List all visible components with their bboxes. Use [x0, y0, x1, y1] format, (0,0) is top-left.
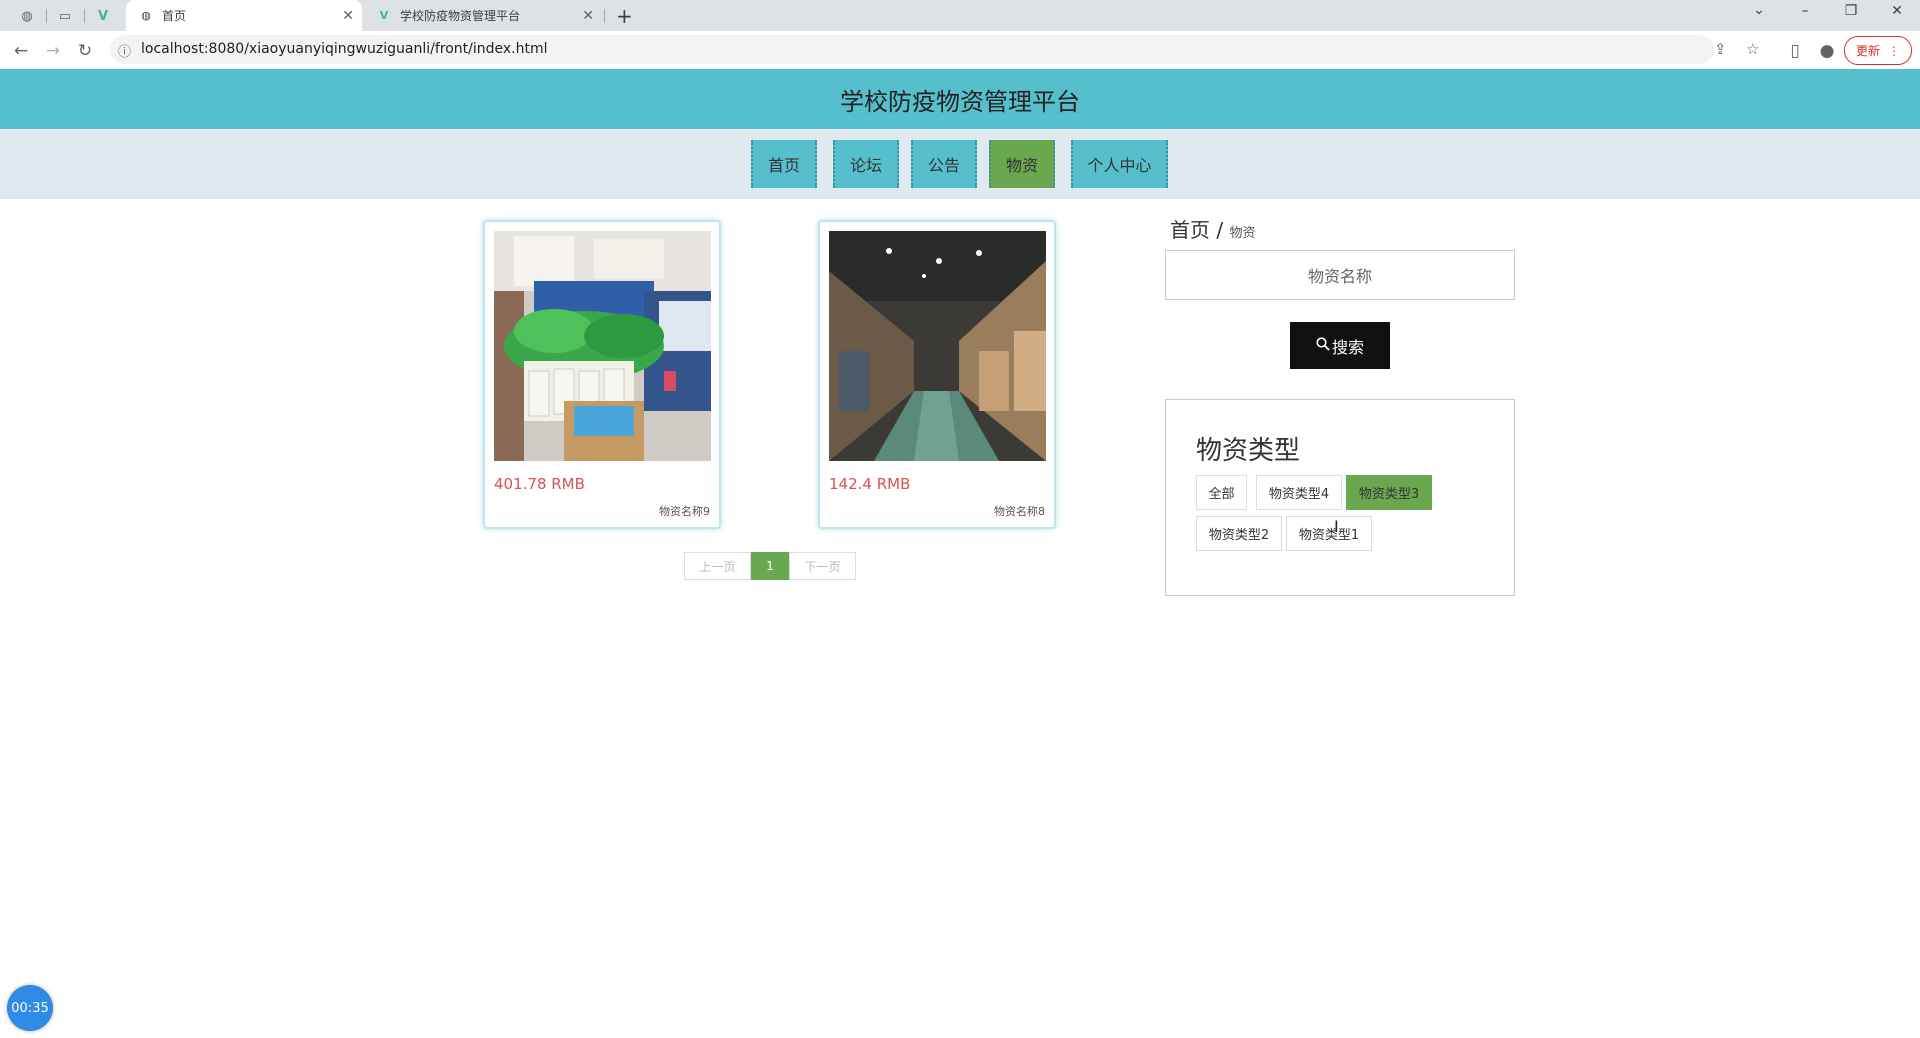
profile-avatar-icon[interactable]: ●: [1816, 40, 1838, 62]
category-tag-4[interactable]: 物资类型4: [1256, 475, 1342, 510]
breadcrumb: 首页 / 物资: [1170, 214, 1255, 243]
product-image-warehouse[interactable]: [829, 231, 1046, 461]
site-info-icon[interactable]: ⓘ: [118, 41, 131, 60]
timer-badge[interactable]: 00:35: [7, 985, 53, 1031]
breadcrumb-current: 物资: [1229, 226, 1256, 241]
pinned-tab-blank-icon[interactable]: ▭: [56, 7, 74, 25]
minimize-icon[interactable]: –: [1790, 3, 1820, 19]
address-url[interactable]: localhost:8080/xiaoyuanyiqingwuziguanli/…: [141, 41, 547, 57]
site-header: 学校防疫物资管理平台: [0, 69, 1920, 129]
update-button[interactable]: 更新 ⋮: [1844, 36, 1912, 65]
tab-home[interactable]: ◍ 首页 ✕: [126, 0, 362, 31]
back-arrow-icon[interactable]: ←: [10, 40, 32, 62]
product-name[interactable]: 物资名称9: [659, 503, 710, 519]
pagination: 上一页 1 下一页: [684, 552, 856, 580]
tab-separator: [604, 9, 605, 23]
product-card[interactable]: 401.78 RMB 物资名称9: [483, 220, 721, 529]
product-price: 401.78 RMB: [494, 475, 585, 493]
category-tag-1[interactable]: 物资类型1: [1286, 516, 1372, 551]
vue-logo-icon: V: [379, 9, 389, 22]
address-bar[interactable]: ⓘ localhost:8080/xiaoyuanyiqingwuziguanl…: [110, 35, 1759, 64]
main-nav: 首页 论坛 公告 物资 个人中心: [0, 129, 1920, 199]
product-image-disinfectant[interactable]: [494, 231, 711, 461]
forward-arrow-icon[interactable]: →: [42, 40, 64, 62]
breadcrumb-separator: /: [1216, 218, 1224, 242]
nav-item-profile[interactable]: 个人中心: [1071, 140, 1168, 188]
tab-separator: [84, 9, 85, 23]
share-icon[interactable]: ⇪: [1714, 40, 1727, 58]
pinned-tab-globe-icon[interactable]: ◍: [18, 7, 36, 25]
nav-item-supplies[interactable]: 物资: [989, 140, 1055, 188]
close-tab-icon[interactable]: ✕: [342, 8, 354, 24]
nav-item-home[interactable]: 首页: [751, 140, 817, 188]
category-title: 物资类型: [1196, 436, 1301, 466]
next-page-button[interactable]: 下一页: [789, 552, 856, 580]
search-input[interactable]: 物资名称: [1165, 250, 1515, 300]
category-tag-all[interactable]: 全部: [1196, 475, 1247, 510]
more-vertical-icon: ⋮: [1888, 43, 1900, 58]
product-name[interactable]: 物资名称8: [994, 503, 1045, 519]
search-button[interactable]: 搜索: [1290, 322, 1390, 369]
text-cursor-icon: I: [1334, 517, 1339, 536]
globe-icon: ◍: [141, 9, 151, 22]
category-panel: 物资类型 全部 物资类型4 物资类型3 物资类型2 物资类型1: [1165, 399, 1515, 596]
browser-toolbar: ← → ↻ ⓘ localhost:8080/xiaoyuanyiqingwuz…: [0, 31, 1920, 70]
tab-separator: [46, 9, 47, 23]
breadcrumb-home[interactable]: 首页: [1170, 218, 1210, 242]
bookmark-star-icon[interactable]: ☆: [1746, 40, 1759, 58]
tab-title: 学校防疫物资管理平台: [400, 9, 521, 23]
product-card[interactable]: 142.4 RMB 物资名称8: [818, 220, 1056, 529]
tab-search-chevron-icon[interactable]: ⌄: [1744, 2, 1774, 18]
nav-item-forum[interactable]: 论坛: [833, 140, 899, 188]
update-label: 更新: [1855, 44, 1880, 58]
tab-title: 首页: [162, 9, 187, 23]
new-tab-plus-icon[interactable]: +: [616, 4, 633, 28]
restore-icon[interactable]: ❐: [1836, 3, 1866, 19]
search-icon: [1316, 336, 1330, 355]
prev-page-button[interactable]: 上一页: [684, 552, 751, 580]
pinned-tab-vue-icon[interactable]: V: [94, 7, 112, 25]
reload-icon[interactable]: ↻: [74, 40, 96, 62]
nav-item-notice[interactable]: 公告: [911, 140, 977, 188]
category-tag-2[interactable]: 物资类型2: [1196, 516, 1282, 551]
page-title: 学校防疫物资管理平台: [840, 87, 1080, 116]
category-tag-3[interactable]: 物资类型3: [1346, 475, 1432, 510]
browser-tab-strip: ◍ ▭ V ◍ 首页 ✕ V 学校防疫物资管理平台 ✕ + ⌄ – ❐ ✕: [0, 0, 1920, 31]
search-button-label: 搜索: [1331, 337, 1364, 357]
close-window-icon[interactable]: ✕: [1882, 3, 1912, 19]
page-number-1[interactable]: 1: [751, 552, 789, 580]
close-tab-icon[interactable]: ✕: [582, 8, 594, 24]
product-price: 142.4 RMB: [829, 475, 911, 493]
tab-platform[interactable]: V 学校防疫物资管理平台 ✕: [366, 0, 602, 31]
side-panel-icon[interactable]: ▯: [1784, 40, 1806, 62]
